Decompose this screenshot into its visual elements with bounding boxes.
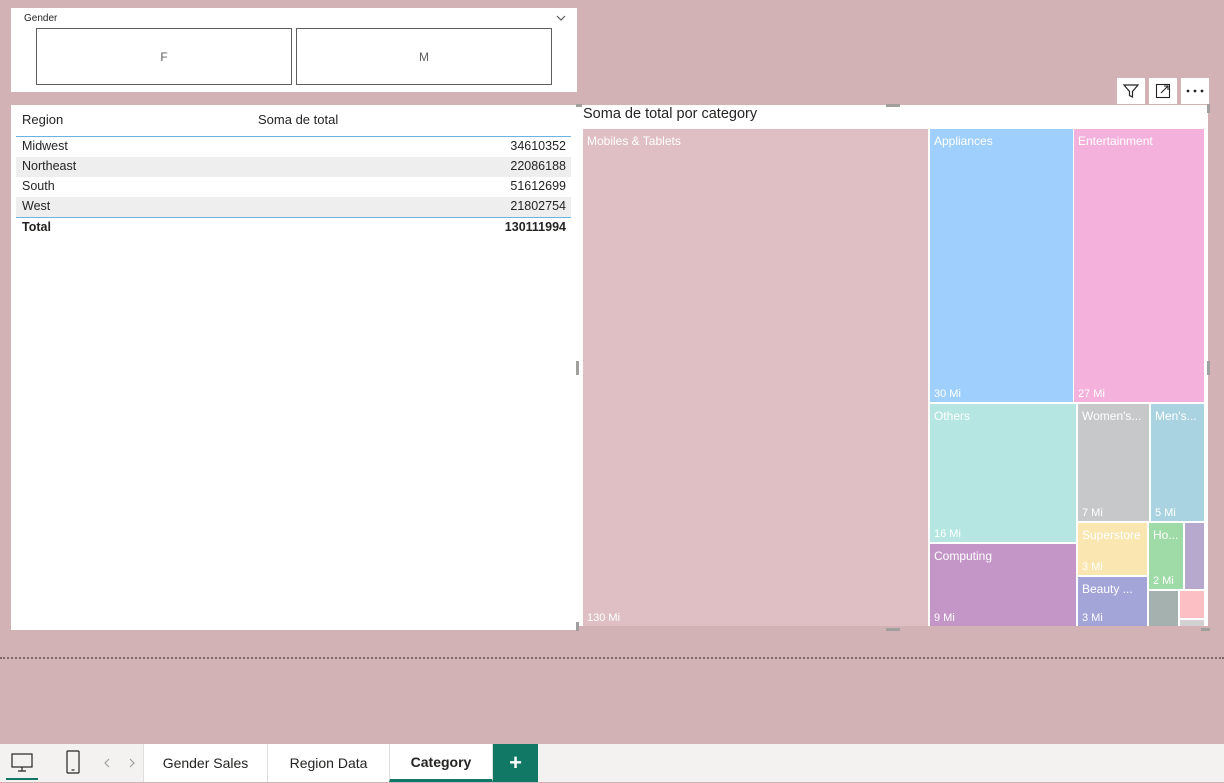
tile-label: Women's... [1082,409,1142,423]
tile-label: Computing [934,549,993,563]
tile-small[interactable] [1180,591,1204,618]
total-value: 130111994 [504,220,566,234]
tile-value: 27 Mi [1078,388,1105,400]
row-region: Northeast [22,159,77,173]
resize-handle[interactable] [886,104,900,107]
tile-others[interactable]: Others 16 Mi [930,404,1076,542]
row-region: Midwest [22,139,68,153]
category-treemap[interactable]: Soma de total por category Mobiles & Tab… [578,105,1208,626]
slicer-title: Gender [24,13,58,24]
tile-label: Ho... [1153,528,1179,542]
tile-value: 3 Mi [1082,612,1103,624]
tile-label: Mobiles & Tablets [587,134,681,148]
tile-mobiles-tablets[interactable]: Mobiles & Tablets 130 Mi [583,129,928,626]
resize-handle[interactable] [1201,628,1210,631]
focus-mode-icon[interactable] [1149,78,1177,104]
resize-handle[interactable] [1207,361,1210,375]
tile-mens[interactable]: Men's... 5 Mi [1151,404,1204,521]
row-total: 51612699 [510,179,566,193]
resize-handle[interactable] [576,104,582,107]
table-header-total[interactable]: Soma de total [258,112,338,127]
resize-handle[interactable] [576,361,579,375]
tile-value: 3 Mi [1082,561,1103,573]
table-row: Midwest 34610352 [16,137,571,157]
resize-handle[interactable] [886,628,900,631]
resize-handle[interactable] [1207,104,1210,113]
table-header-region[interactable]: Region [22,112,63,127]
chevron-left-icon[interactable] [101,756,113,770]
tile-entertainment[interactable]: Entertainment 27 Mi [1074,129,1204,402]
tile-beauty[interactable]: Beauty ... 3 Mi [1078,577,1147,626]
tile-value: 30 Mi [934,388,961,400]
tile-womens[interactable]: Women's... 7 Mi [1078,404,1149,521]
chevron-down-icon[interactable] [555,12,567,24]
chevron-right-icon[interactable] [126,756,138,770]
tile-value: 5 Mi [1155,507,1176,519]
tile-value: 130 Mi [587,612,621,624]
mobile-layout-icon[interactable] [64,748,82,778]
tile-label: Appliances [934,134,993,148]
filter-icon[interactable] [1117,78,1145,104]
row-region: West [22,199,51,213]
table-row: Northeast 22086188 [16,157,571,177]
slicer-option-m[interactable]: M [296,28,552,85]
tile-label: Entertainment [1078,134,1153,148]
tile-label: Others [934,409,971,423]
total-label: Total [22,220,51,234]
add-page-button[interactable]: + [493,744,538,782]
page-boundary [0,657,1224,659]
row-region: South [22,179,55,193]
table-row: West 21802754 [16,197,571,217]
tile-home[interactable]: Ho... 2 Mi [1149,523,1183,589]
tile-label: Men's... [1155,409,1197,423]
row-total: 22086188 [510,159,566,173]
total-row: Total 130111994 [16,218,571,238]
tile-small[interactable] [1185,523,1204,589]
tile-value: 7 Mi [1082,507,1103,519]
page-tab-bar: Gender Sales Region Data Category + [0,744,1224,782]
tile-superstore[interactable]: Superstore 3 Mi [1078,523,1147,575]
tab-region-data[interactable]: Region Data [267,744,390,782]
tile-small[interactable] [1180,620,1204,626]
treemap-title: Soma de total por category [583,106,758,122]
tile-value: 2 Mi [1153,575,1174,587]
tile-small[interactable] [1149,591,1178,626]
table-row: South 51612699 [16,177,571,197]
tile-label: Beauty ... [1082,582,1133,596]
gender-slicer: Gender F M [11,8,577,92]
resize-handle[interactable] [576,622,579,631]
desktop-layout-icon[interactable] [6,750,38,780]
tile-computing[interactable]: Computing 9 Mi [930,544,1076,626]
tile-label: Superstore [1082,528,1141,542]
tab-gender-sales[interactable]: Gender Sales [143,744,268,782]
region-table: Region Soma de total Midwest 34610352 No… [11,105,578,630]
tile-value: 9 Mi [934,612,955,624]
tile-value: 16 Mi [934,528,961,540]
row-total: 34610352 [510,139,566,153]
row-total: 21802754 [510,199,566,213]
tile-appliances[interactable]: Appliances 30 Mi [930,129,1073,402]
tab-category[interactable]: Category [389,744,493,782]
more-options-icon[interactable] [1181,78,1209,104]
slicer-option-f[interactable]: F [36,28,292,85]
